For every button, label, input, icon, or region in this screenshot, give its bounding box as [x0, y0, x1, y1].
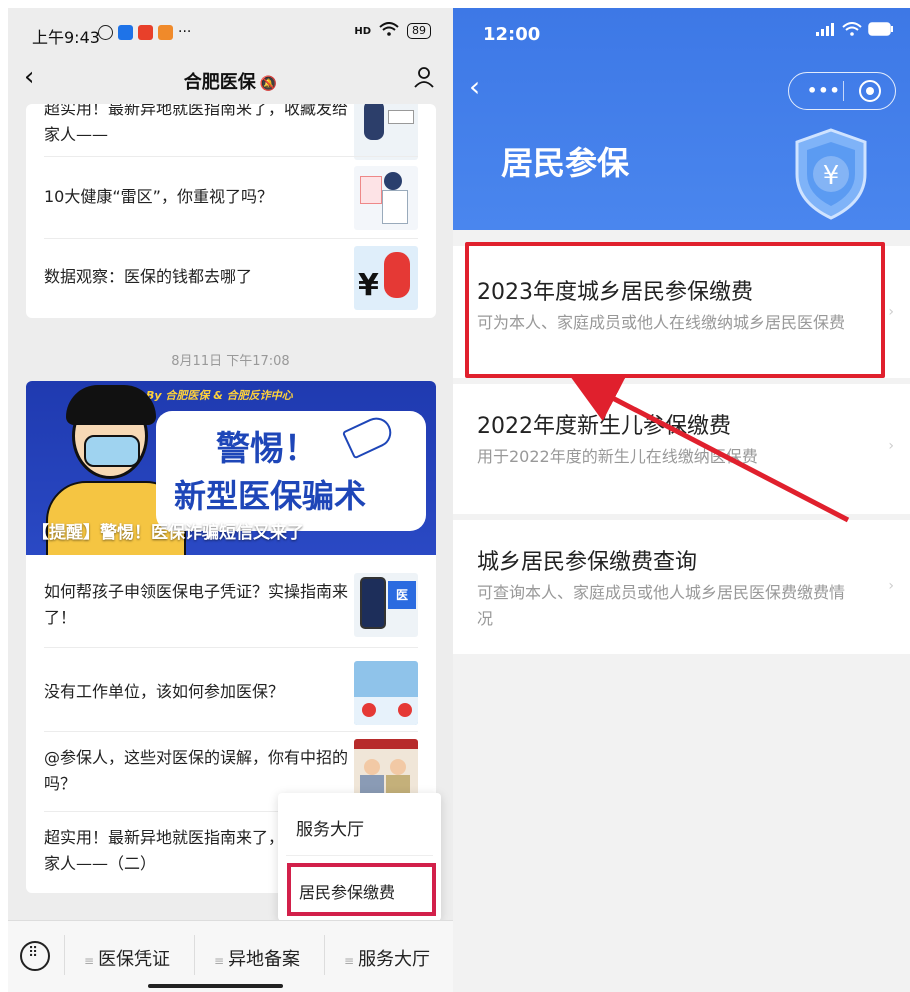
menu-lines-icon: ≡	[84, 954, 95, 968]
cartoon-hair	[66, 385, 156, 425]
tab-insurance-certificate[interactable]: ≡ 医保凭证	[84, 945, 170, 971]
divider	[44, 647, 418, 648]
home-indicator	[148, 984, 283, 988]
menu-lines-icon: ≡	[344, 954, 355, 968]
page-title-text: 合肥医保	[183, 72, 256, 93]
app-icon-orange	[158, 24, 173, 40]
article-thumbnail: ¥	[354, 246, 418, 310]
article-title: 数据观察：医保的钱都去哪了	[44, 267, 253, 286]
nav-bar: ‹ 合肥医保 🔕	[8, 56, 453, 100]
alarm-icon	[98, 24, 113, 40]
divider	[194, 935, 195, 975]
article-thumbnail	[354, 166, 418, 230]
keyboard-icon[interactable]	[20, 941, 50, 971]
wifi-icon	[379, 22, 399, 40]
bottom-menu-bar: ≡医保凭证 ≡异地备案 ≡服务大厅	[8, 920, 453, 992]
notification-icons: ···	[98, 24, 191, 40]
article-title: 10大健康“雷区”，你重视了吗？	[44, 187, 273, 206]
status-bar: 上午9:43 ··· HD 89	[8, 8, 453, 52]
article-title: @参保人，这些对医保的误解，你有中招的吗？	[44, 748, 349, 793]
divider	[44, 731, 418, 732]
page-title: 合肥医保 🔕	[8, 68, 453, 94]
divider	[44, 156, 418, 157]
article-thumbnail	[354, 661, 418, 725]
divider	[286, 855, 433, 856]
article-card-1: 超实用！最新异地就医指南来了，收藏发给家人—— 10大健康“雷区”，你重视了吗？…	[26, 104, 436, 318]
banner-line2: 新型医保骗术	[174, 477, 367, 515]
app-icon-blue	[118, 24, 133, 40]
article-title: 如何帮孩子申领医保电子凭证？实操指南来了！	[44, 582, 349, 627]
app-icon-red	[138, 24, 153, 40]
status-right: HD 89	[354, 22, 431, 40]
annotation-arrow	[569, 375, 850, 523]
tab-service-hall[interactable]: ≡ 服务大厅	[344, 945, 430, 971]
banner-caption: 【提醒】警惕！医保诈骗短信又来了	[32, 523, 304, 543]
article-title: 超实用！最新异地就医指南来了，收藏发给家人——	[44, 104, 349, 144]
status-time: 上午9:43	[32, 28, 100, 47]
tab-label: 异地备案	[228, 949, 301, 970]
mute-bell-icon: 🔕	[259, 76, 278, 92]
banner-source: By 合肥医保 & 合肥反诈中心	[146, 389, 293, 402]
user-icon[interactable]	[413, 66, 435, 92]
divider	[44, 238, 418, 239]
divider	[324, 935, 325, 975]
menu-item-service-hall[interactable]: 服务大厅	[296, 815, 364, 840]
article-title: 没有工作单位，该如何参加医保？	[44, 682, 285, 701]
more-icon: ···	[178, 24, 192, 40]
article-thumbnail: 医	[354, 573, 418, 637]
banner-article[interactable]: By 合肥医保 & 合肥反诈中心 警惕！ 新型医保骗术 【提醒】警惕！医保诈骗短…	[26, 381, 436, 555]
menu-item-resident-payment[interactable]: 居民参保缴费	[287, 863, 436, 916]
left-phone-screen: 上午9:43 ··· HD 89 ‹ 合肥医保 🔕 超实用！最新异地就医指南来了，…	[8, 8, 453, 992]
tab-remote-filing[interactable]: ≡ 异地备案	[214, 945, 300, 971]
signal-icon: HD	[354, 25, 371, 37]
cartoon-mask	[84, 435, 140, 467]
divider	[64, 935, 65, 975]
battery-icon: 89	[407, 23, 431, 39]
tab-label: 服务大厅	[358, 949, 431, 970]
right-phone-screen: 12:00 ‹ ••• 居民参保 ¥ 2023年度城乡居民参保缴费 可为本人、家…	[453, 8, 910, 992]
banner-line1: 警惕！	[216, 429, 318, 469]
service-popup-menu: 服务大厅 居民参保缴费	[278, 793, 441, 921]
tab-label: 医保凭证	[98, 949, 171, 970]
article-thumbnail	[354, 104, 418, 160]
timestamp: 8月11日 下午17:08	[171, 354, 290, 369]
menu-lines-icon: ≡	[214, 954, 225, 968]
